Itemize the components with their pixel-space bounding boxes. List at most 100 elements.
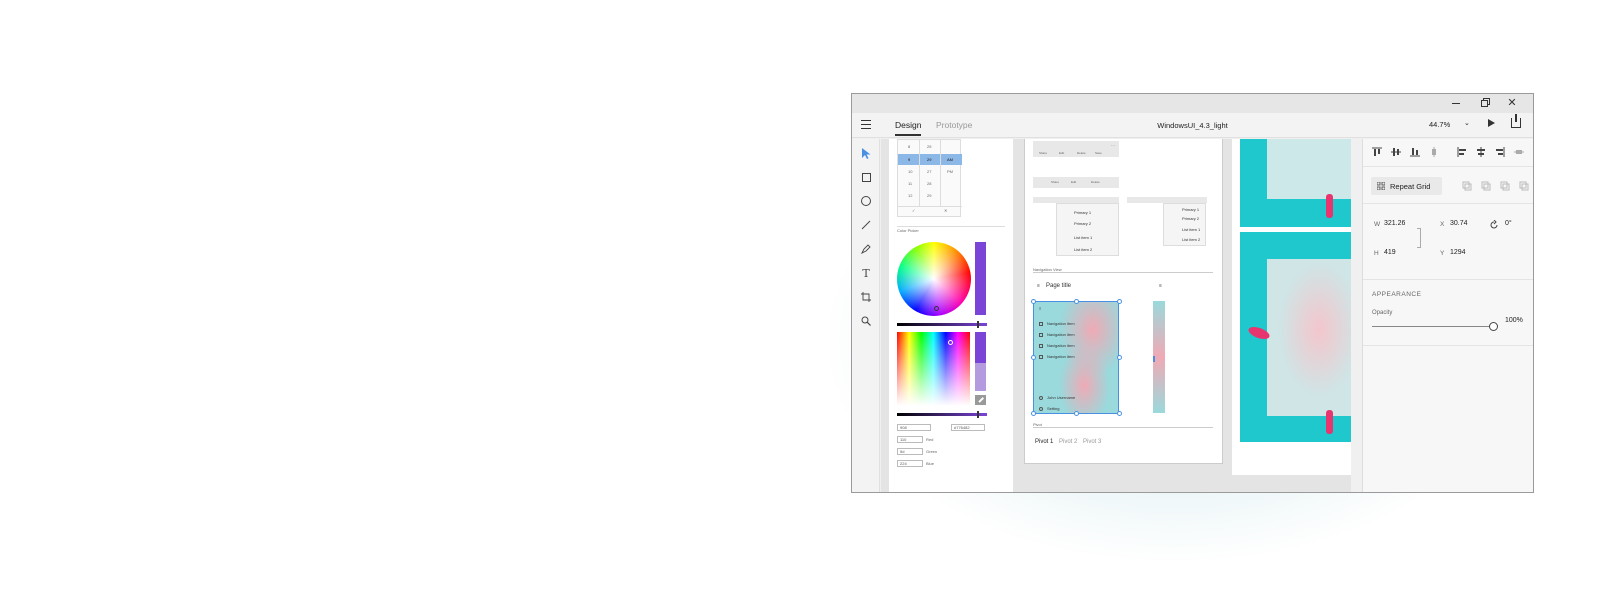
nav-item[interactable]: Navigation item (1039, 321, 1075, 326)
nav-item[interactable]: Navigation item (1039, 354, 1075, 359)
restore-button[interactable] (1470, 94, 1498, 113)
picker-cell[interactable]: 8 (908, 144, 910, 149)
nav-menu-icon[interactable]: ≡ (1037, 283, 1040, 289)
width-input[interactable]: 321.26 (1384, 220, 1405, 227)
menu-item[interactable]: Primary 2 (1074, 221, 1091, 226)
zoom-icon[interactable] (860, 315, 872, 327)
repeat-grid-button[interactable]: Repeat Grid (1371, 177, 1442, 195)
nav-user[interactable]: John Username (1039, 395, 1075, 400)
x-input[interactable]: 30.74 (1450, 220, 1468, 227)
height-input[interactable]: 419 (1384, 249, 1396, 256)
artboard-navigation[interactable]: Share Edit Delete Save ··· Share Edit De… (1024, 139, 1223, 464)
picker-cell[interactable]: 27 (927, 169, 931, 174)
selection-handle[interactable] (1117, 355, 1122, 360)
pivot-item[interactable]: Pivot 3 (1083, 439, 1101, 445)
y-input[interactable]: 1294 (1450, 249, 1466, 256)
color-spectrum-handle[interactable] (948, 340, 953, 345)
value-slider[interactable] (897, 321, 987, 328)
selection-handle[interactable] (1031, 355, 1036, 360)
chevron-down-icon[interactable]: ⌄ (1464, 119, 1470, 127)
menu-flyout[interactable]: Primary 1 Primary 2 List item 1 List ite… (1056, 203, 1119, 256)
play-icon[interactable] (1488, 119, 1495, 127)
command-bar-compact[interactable]: Share Edit Delete (1033, 177, 1119, 188)
nav-pane-menu-icon[interactable]: ≡ (1039, 306, 1041, 311)
opacity-value[interactable]: 100% (1505, 317, 1523, 324)
color-mode-select[interactable]: 908 (897, 424, 931, 431)
command-edit[interactable]: Edit (1059, 151, 1064, 155)
menu-flyout-right[interactable]: Primary 1 Primary 2 List item 1 List ite… (1163, 203, 1206, 246)
pivot-item[interactable]: Pivot 2 (1059, 439, 1077, 445)
pen-icon[interactable] (860, 243, 872, 255)
accept-icon[interactable]: ✓ (912, 208, 915, 213)
selection-handle[interactable] (1117, 299, 1122, 304)
red-input[interactable]: 110 (897, 436, 923, 443)
command-share[interactable]: Share (1051, 180, 1059, 184)
zoom-level[interactable]: 44.7% (1429, 120, 1450, 129)
menu-item[interactable]: Primary 1 (1182, 207, 1199, 212)
align-left-icon[interactable] (1457, 147, 1467, 157)
nav-item[interactable]: Navigation item (1039, 343, 1075, 348)
opacity-slider[interactable] (1372, 322, 1498, 331)
command-delete[interactable]: Delete (1091, 180, 1100, 184)
boolean-subtract-icon[interactable] (1481, 181, 1491, 191)
opacity-slider-thumb[interactable] (1489, 322, 1498, 331)
boolean-exclude-icon[interactable] (1519, 181, 1529, 191)
menu-item[interactable]: Primary 1 (1074, 210, 1091, 215)
nav-menu-icon[interactable]: ≡ (1159, 283, 1162, 289)
nav-setting[interactable]: Setting (1039, 406, 1059, 411)
selection-handle[interactable] (1074, 299, 1079, 304)
lock-aspect-icon[interactable] (1417, 228, 1421, 248)
pivot-item[interactable]: Pivot 1 (1035, 439, 1053, 445)
close-button[interactable]: ✕ (1498, 94, 1526, 113)
eyedropper-button[interactable] (975, 395, 986, 405)
cancel-icon[interactable]: ✕ (944, 208, 947, 213)
picker-cell[interactable]: 25 (927, 144, 931, 149)
picker-cell[interactable]: AM (947, 157, 953, 162)
align-top-icon[interactable] (1372, 147, 1382, 157)
menu-item[interactable]: List item 1 (1074, 235, 1092, 240)
nav-item[interactable]: Navigation item (1039, 332, 1075, 337)
boolean-intersect-icon[interactable] (1500, 181, 1510, 191)
design-canvas[interactable]: 8 25 9 29 AM 10 27 PM 11 28 12 29 ✓ ✕ Co… (881, 139, 1351, 492)
distribute-vertical-icon[interactable] (1429, 147, 1439, 157)
artboard-photos[interactable] (1232, 139, 1351, 475)
artboard-pickers[interactable]: 8 25 9 29 AM 10 27 PM 11 28 12 29 ✓ ✕ Co… (889, 139, 1013, 492)
rectangle-icon[interactable] (860, 171, 872, 183)
picker-cell[interactable]: 10 (908, 169, 912, 174)
color-wheel-handle[interactable] (934, 306, 939, 311)
green-input[interactable]: 5d (897, 448, 923, 455)
picker-cell[interactable]: 12 (908, 193, 912, 198)
select-icon[interactable] (860, 147, 872, 159)
color-wheel[interactable] (897, 242, 971, 316)
more-icon[interactable]: ··· (1111, 143, 1115, 148)
picker-cell[interactable]: 28 (927, 181, 931, 186)
picker-cell[interactable]: 29 (927, 193, 931, 198)
share-icon[interactable] (1511, 114, 1521, 128)
color-spectrum[interactable] (897, 332, 970, 406)
menu-item[interactable]: List item 1 (1182, 227, 1200, 232)
minimize-button[interactable] (1442, 94, 1470, 113)
menu-item[interactable]: List item 2 (1074, 247, 1092, 252)
command-edit[interactable]: Edit (1071, 180, 1076, 184)
align-center-icon[interactable] (1476, 147, 1486, 157)
ellipse-icon[interactable] (860, 195, 872, 207)
align-right-icon[interactable] (1495, 147, 1505, 157)
picker-cell[interactable]: 29 (927, 157, 931, 162)
picker-cell[interactable]: 11 (908, 181, 912, 186)
alpha-slider[interactable] (897, 411, 987, 418)
command-share[interactable]: Share (1039, 151, 1047, 155)
time-picker[interactable]: 8 25 9 29 AM 10 27 PM 11 28 12 29 ✓ ✕ (897, 139, 962, 217)
command-delete[interactable]: Delete (1077, 151, 1086, 155)
menu-item[interactable]: List item 2 (1182, 237, 1200, 242)
selection-handle[interactable] (1031, 411, 1036, 416)
align-middle-icon[interactable] (1391, 147, 1401, 157)
artboard-icon[interactable] (860, 291, 872, 303)
selection-handle[interactable] (1117, 411, 1122, 416)
selection-handle[interactable] (1074, 411, 1079, 416)
command-bar[interactable]: Share Edit Delete Save ··· (1033, 141, 1119, 157)
blue-input[interactable]: 224 (897, 460, 923, 467)
selection-handle[interactable] (1031, 299, 1036, 304)
distribute-horizontal-icon[interactable] (1514, 147, 1524, 157)
picker-cell[interactable]: PM (947, 169, 953, 174)
line-icon[interactable] (860, 219, 872, 231)
